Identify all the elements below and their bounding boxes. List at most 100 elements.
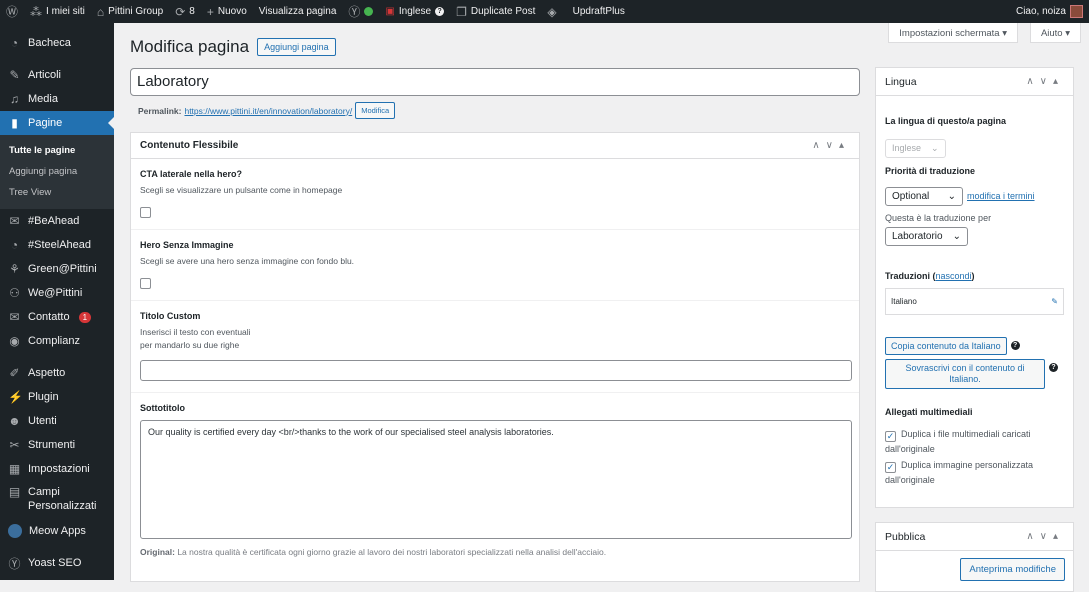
pencil-icon[interactable]: ✎ <box>1051 297 1058 306</box>
permalink-row: Permalink: https://www.pittini.it/en/inn… <box>130 102 860 119</box>
my-sites-menu[interactable]: ⁂ I miei siti <box>24 0 91 23</box>
add-page-button[interactable]: Aggiungi pagina <box>257 38 336 56</box>
view-page-link[interactable]: Visualizza pagina <box>253 0 343 23</box>
box-controls[interactable]: ∧∨▴ <box>812 140 850 151</box>
sidebar-item-articoli[interactable]: ✎ Articoli <box>0 63 114 87</box>
chevron-down-icon: ⌄ <box>947 190 956 202</box>
sites-icon: ⁂ <box>30 4 43 19</box>
wordpress-logo[interactable]: Ⓦ <box>0 0 24 23</box>
help-icon: ? <box>1049 362 1058 372</box>
original-text: Original: La nostra qualità è certificat… <box>140 547 607 557</box>
edit-permalink-button[interactable]: Modifica <box>355 102 396 119</box>
chevron-down-icon: ⌄ <box>952 230 961 242</box>
notification-badge: 1 <box>78 311 92 323</box>
box-controls[interactable]: ∧∨▴ <box>1026 76 1064 87</box>
avatar <box>1070 5 1083 18</box>
help-icon: ? <box>1010 341 1020 350</box>
yoast-icon: Ⓨ <box>348 5 361 19</box>
admin-bar: Ⓦ ⁂ I miei siti ⌂ Pittini Group ⟳ 8 + Nuovo … <box>0 0 1089 23</box>
sidebar-item-pagine[interactable]: ▮ Pagine <box>0 111 114 135</box>
pages-submenu: Tutte le pagine Aggiungi pagina Tree Vie… <box>0 135 114 209</box>
sidebar-item-bacheca[interactable]: ◔ Bacheca <box>0 31 114 55</box>
submenu-all-pages[interactable]: Tutte le pagine <box>0 140 114 161</box>
media-icon: ♫ <box>10 92 19 106</box>
wrench-icon: ✂ <box>9 438 20 452</box>
sidebar-item-meow-apps[interactable]: Meow Apps <box>0 519 114 543</box>
new-content-menu[interactable]: + Nuovo <box>201 0 253 23</box>
sidebar-item-steelahead[interactable]: ◔ #SteelAhead <box>0 233 114 257</box>
screen-options-button[interactable]: Impostazioni schermata ▾ <box>888 23 1018 43</box>
admin-sidebar: ◔ Bacheca ✎ Articoli ♫ Media ▮ Pagine Tutte … <box>0 23 114 580</box>
duplicate-files-checkbox[interactable]: ✓ <box>885 430 896 442</box>
translation-of-select[interactable]: Laboratorio ⌄ <box>885 226 968 246</box>
title-input[interactable]: Laboratory <box>130 68 860 96</box>
page-language-select: Inglese ⌄ <box>885 138 946 158</box>
yoast-menu[interactable]: Ⓨ <box>342 0 379 23</box>
refresh-icon: ⟳ <box>175 4 186 19</box>
sidebar-item-yoast-seo[interactable]: Ⓨ Yoast SEO <box>0 551 114 575</box>
site-name-menu[interactable]: ⌂ Pittini Group <box>91 0 169 23</box>
cta-checkbox[interactable] <box>140 207 151 218</box>
sidebar-item-we-pittini[interactable]: ⚇ We@Pittini <box>0 281 114 305</box>
edit-terms-link[interactable]: modifica i termini <box>967 191 1035 201</box>
sidebar-item-media[interactable]: ♫ Media <box>0 87 114 111</box>
complianz-icon: ◉ <box>9 334 20 348</box>
overwrite-content-button[interactable]: Sovrascrivi con il contenuto di Italiano… <box>885 358 1045 389</box>
preview-changes-button[interactable]: Anteprima modifiche <box>960 558 1065 581</box>
comment-icon: ✉ <box>9 214 20 228</box>
field-hero: Hero Senza Immagine Scegli se avere una … <box>131 230 859 301</box>
hide-translations-link[interactable]: nascondi <box>936 271 972 281</box>
email-icon: ✉ <box>9 310 20 324</box>
dashboard-icon: ◔ <box>10 238 19 252</box>
plus-icon: + <box>206 4 214 19</box>
brush-icon: ✐ <box>9 366 20 380</box>
updates-menu[interactable]: ⟳ 8 <box>169 0 201 23</box>
box-controls[interactable]: ∧∨▴ <box>1026 531 1064 542</box>
sidebar-item-impostazioni[interactable]: ▦ Impostazioni <box>0 457 114 481</box>
priority-select[interactable]: Optional ⌄ <box>885 186 963 206</box>
language-box: Lingua ∧∨▴ La lingua di questo/a pagina I… <box>875 67 1074 508</box>
flexible-content-box: Contenuto Flessibile ∧∨▴ CTA laterale nel… <box>130 132 860 582</box>
permalink-label: Permalink: <box>138 105 182 116</box>
palm-icon: ⚘ <box>9 262 20 276</box>
user-menu[interactable]: Ciao, noiza <box>1010 0 1089 23</box>
sidebar-item-contatto[interactable]: ✉ Contatto 1 <box>0 305 114 329</box>
plugin-icon: ⚡ <box>8 390 23 404</box>
home-icon: ⌂ <box>96 4 105 19</box>
subtitle-textarea[interactable]: Our quality is certified every day <br/>… <box>140 420 852 539</box>
submenu-tree-view[interactable]: Tree View <box>0 182 114 203</box>
main-content: Modifica pagina Aggiungi pagina Laborator… <box>130 23 860 582</box>
uk-flag-icon: ▣ <box>385 6 395 17</box>
sidebar-item-aspetto[interactable]: ✐ Aspetto <box>0 361 114 385</box>
publish-box: Pubblica ∧∨▴ Anteprima modifiche <box>875 522 1074 592</box>
hero-checkbox[interactable] <box>140 278 151 289</box>
user-icon: ☻ <box>8 414 21 428</box>
sidebar-item-campi-personalizzati[interactable]: ▤ Campi Personalizzati <box>0 481 114 519</box>
settings-icon: ▦ <box>8 462 21 476</box>
copy-content-button[interactable]: Copia contenuto da Italiano <box>885 336 1007 355</box>
sidebar-item-green-pittini[interactable]: ⚘ Green@Pittini <box>0 257 114 281</box>
page-icon: ▮ <box>11 116 18 130</box>
translation-row: Italiano ✎ <box>885 287 1064 315</box>
sidebar-item-beahead[interactable]: ✉ #BeAhead <box>0 209 114 233</box>
updraft-menu[interactable]: ◈ UpdraftPlus <box>541 0 630 23</box>
sidebar-item-plugin[interactable]: ⚡ Plugin <box>0 385 114 409</box>
duplicate-post-menu[interactable]: ❐ Duplicate Post <box>450 0 541 23</box>
language-menu[interactable]: ▣ Inglese? <box>379 0 450 23</box>
language-box-title: Lingua <box>885 75 917 88</box>
groups-icon: ⚇ <box>9 286 20 300</box>
help-button[interactable]: Aiuto ▾ <box>1029 23 1081 43</box>
sidebar-item-strumenti[interactable]: ✂ Strumenti <box>0 433 114 457</box>
sidebar-item-utenti[interactable]: ☻ Utenti <box>0 409 114 433</box>
custom-title-input[interactable] <box>140 360 852 381</box>
help-icon: ? <box>435 7 445 16</box>
seo-status-dot <box>364 7 374 16</box>
meow-icon <box>8 524 22 538</box>
box-header: Contenuto Flessibile ∧∨▴ <box>131 133 859 159</box>
sidebar-item-complianz[interactable]: ◉ Complianz <box>0 329 114 353</box>
dashboard-icon: ◔ <box>10 36 19 50</box>
submenu-add-page[interactable]: Aggiungi pagina <box>0 161 114 182</box>
permalink-url[interactable]: https://www.pittini.it/en/innovation/lab… <box>184 106 352 116</box>
wordpress-icon: Ⓦ <box>6 5 19 19</box>
duplicate-image-checkbox[interactable]: ✓ <box>885 461 896 473</box>
